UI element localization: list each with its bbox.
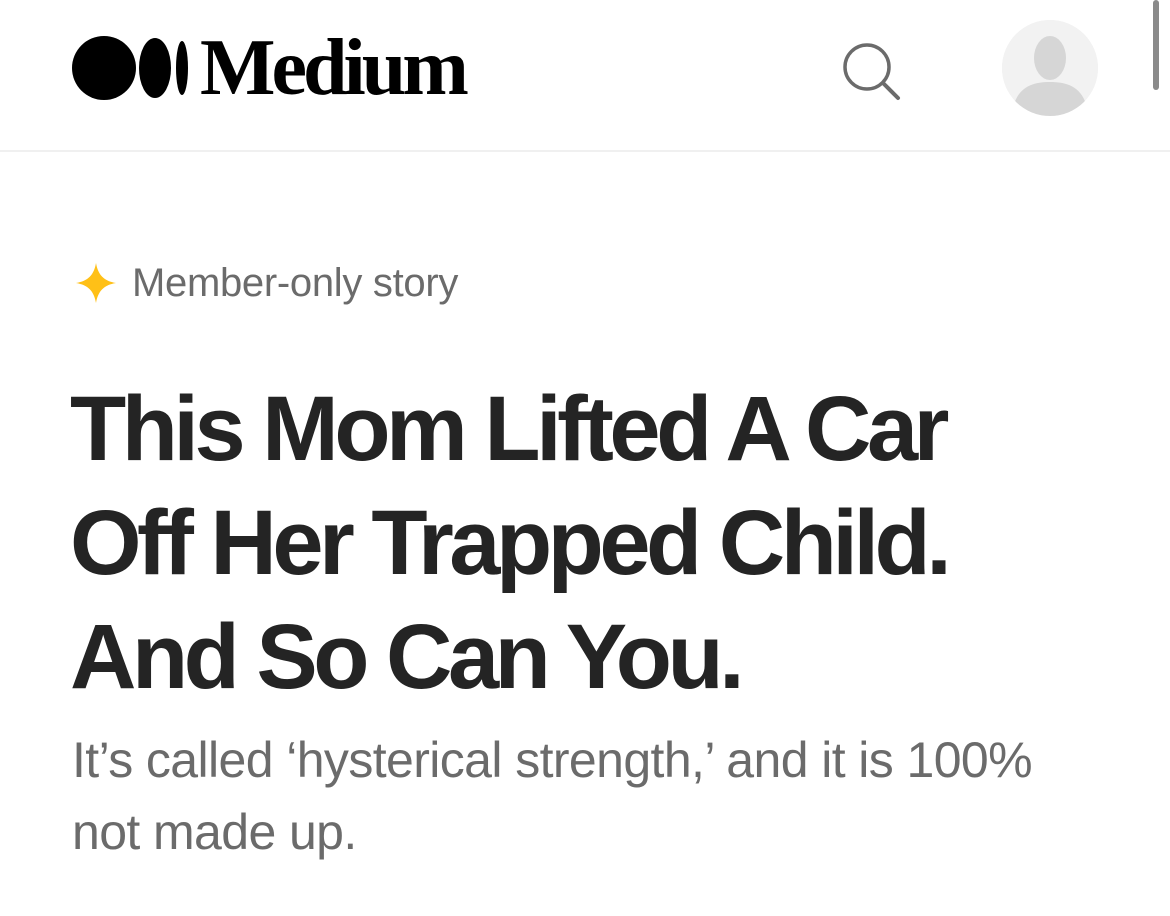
user-avatar-button[interactable] (1002, 20, 1098, 116)
default-avatar-icon (1002, 20, 1098, 116)
medium-logo-mark-icon (72, 36, 188, 100)
member-only-badge: Member-only story (74, 258, 458, 308)
logo-wordmark: Medium (200, 24, 469, 112)
article-title: This Mom Lifted A Car Off Her Trapped Ch… (70, 378, 952, 708)
article-subtitle: It’s called ‘hysterical strength,’ and i… (72, 732, 1033, 860)
member-star-icon (76, 263, 116, 303)
search-icon (843, 43, 900, 100)
search-button[interactable] (836, 36, 906, 106)
scrollbar-thumb[interactable] (1153, 0, 1159, 90)
member-only-label: Member-only story (132, 261, 459, 305)
page: Medium Member-only story This Mom Lifted… (0, 0, 1170, 916)
top-navigation-bar: Medium (0, 0, 1170, 152)
medium-logo-link[interactable]: Medium (72, 24, 469, 112)
